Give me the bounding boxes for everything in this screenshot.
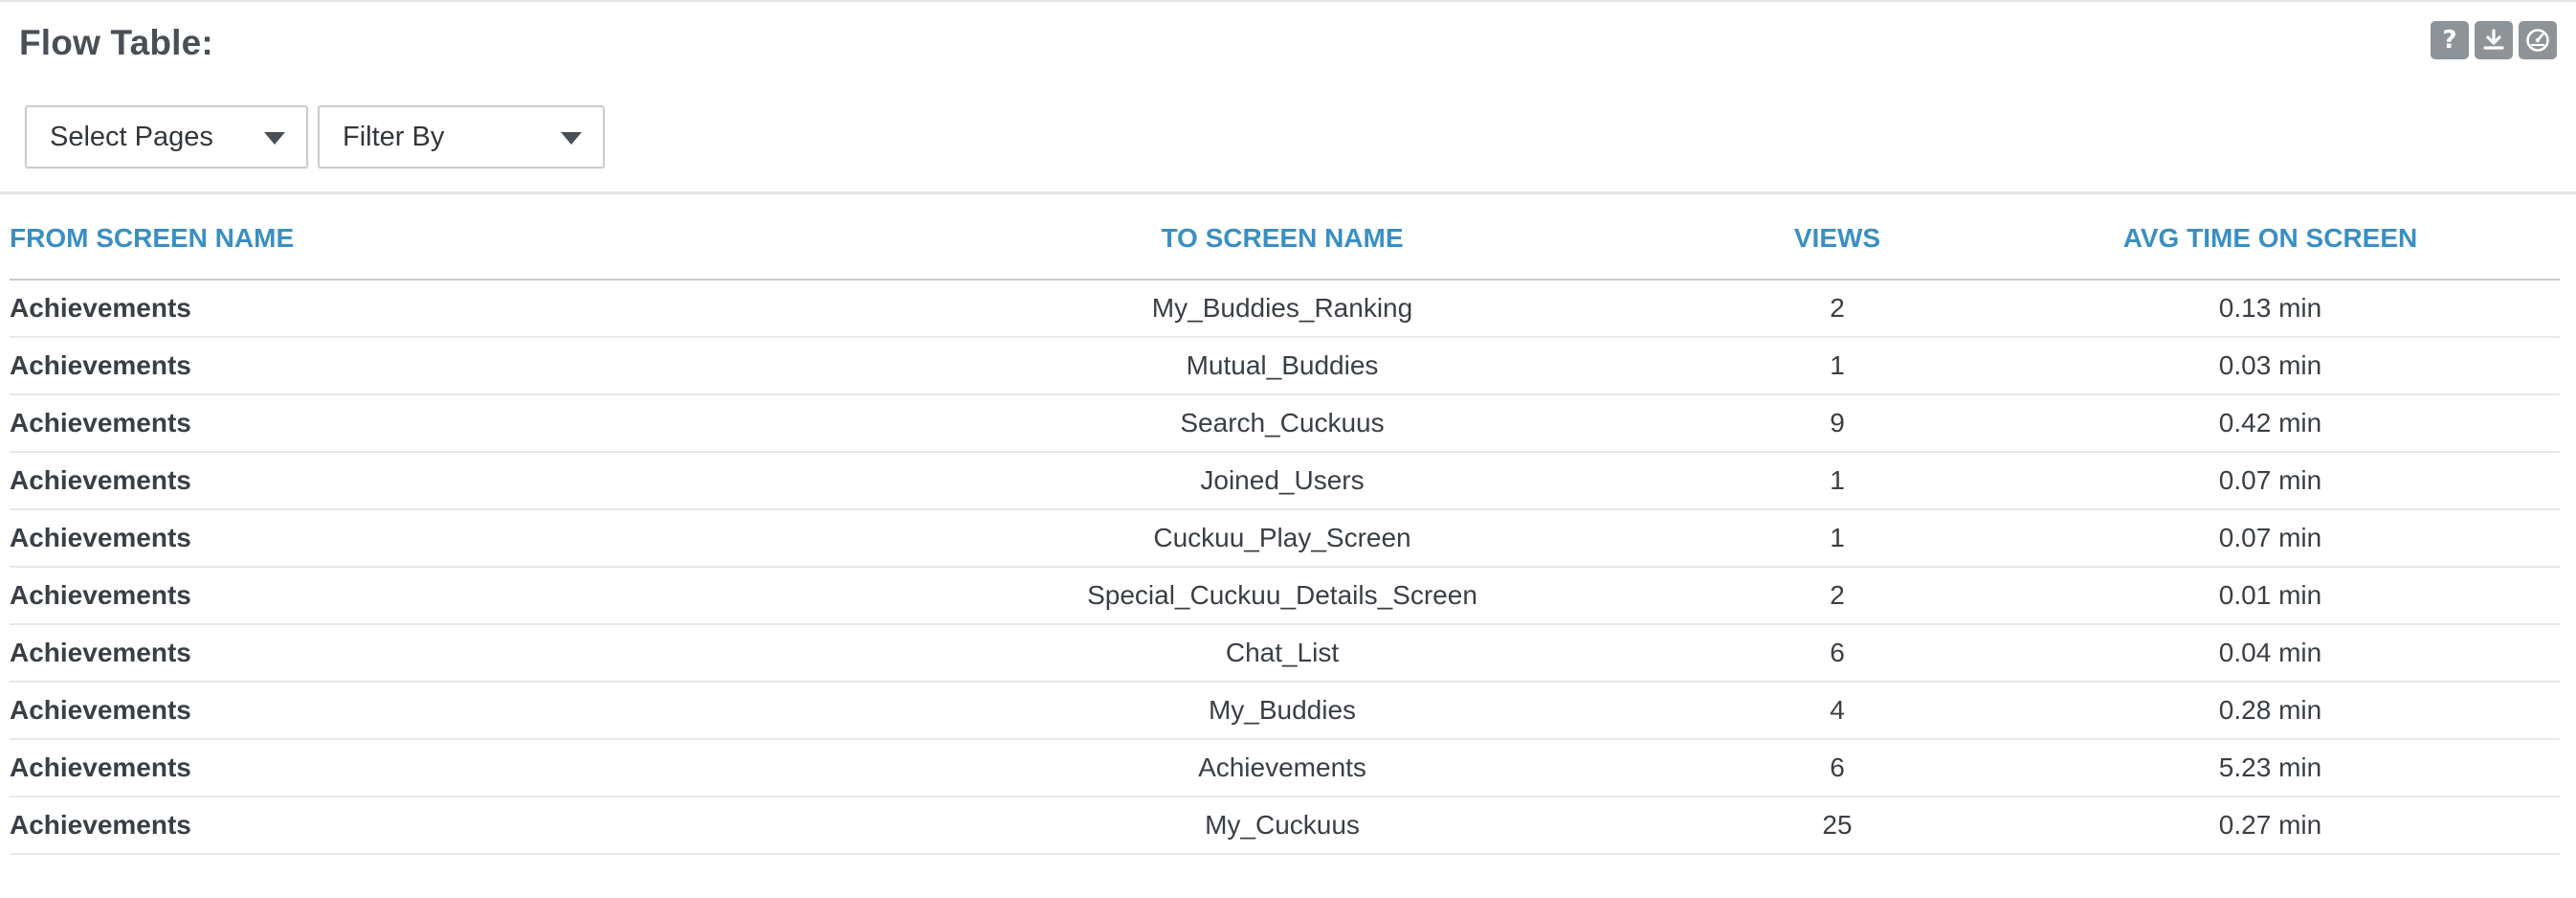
chevron-down-icon [264,132,285,145]
panel-toolbar: ? [2431,21,2557,59]
avg-time-cell: 0.28 min [1981,682,2560,740]
views-cell: 25 [1694,797,1981,855]
from-screen-cell: Achievements [10,682,871,740]
avg-time-cell: 0.42 min [1981,394,2560,453]
chevron-down-icon [561,132,582,145]
column-header-from-screen[interactable]: FROM SCREEN NAME [10,197,871,281]
table-row: Achievements Special_Cuckuu_Details_Scre… [10,567,2560,625]
table-row: Achievements My_Buddies 4 0.28 min [10,682,2560,740]
filter-by-label: Filter By [343,121,445,152]
avg-time-cell: 0.07 min [1981,452,2560,510]
divider [0,191,2576,194]
avg-time-cell: 0.13 min [1981,280,2560,338]
to-screen-cell: My_Buddies [871,682,1694,740]
avg-time-cell: 0.04 min [1981,624,2560,683]
flow-table: FROM SCREEN NAME TO SCREEN NAME VIEWS AV… [10,197,2560,855]
table-row: Achievements Cuckuu_Play_Screen 1 0.07 m… [10,509,2560,568]
filter-by-dropdown[interactable]: Filter By [318,105,605,168]
from-screen-cell: Achievements [10,509,871,568]
table-row: Achievements Search_Cuckuus 9 0.42 min [10,394,2560,453]
avg-time-cell: 0.07 min [1981,509,2560,568]
help-icon[interactable]: ? [2431,21,2469,59]
to-screen-cell: My_Buddies_Ranking [871,280,1694,338]
avg-time-cell: 0.03 min [1981,337,2560,395]
from-screen-cell: Achievements [10,624,871,683]
to-screen-cell: Achievements [871,739,1694,797]
filter-bar: Select Pages Filter By [25,105,605,168]
from-screen-cell: Achievements [10,394,871,453]
to-screen-cell: My_Cuckuus [871,797,1694,855]
to-screen-cell: Mutual_Buddies [871,337,1694,395]
table-row: Achievements Mutual_Buddies 1 0.03 min [10,337,2560,395]
views-cell: 1 [1694,452,1981,510]
views-cell: 1 [1694,509,1981,568]
avg-time-cell: 0.27 min [1981,797,2560,855]
from-screen-cell: Achievements [10,280,871,338]
from-screen-cell: Achievements [10,739,871,797]
to-screen-cell: Chat_List [871,624,1694,683]
to-screen-cell: Joined_Users [871,452,1694,510]
from-screen-cell: Achievements [10,452,871,510]
views-cell: 9 [1694,394,1981,453]
panel-title: Flow Table: [19,23,213,62]
flow-table-panel: Flow Table: ? Select Pages Filter By FRO… [0,0,2576,898]
dashboard-icon[interactable] [2519,21,2557,59]
views-cell: 6 [1694,624,1981,683]
select-pages-dropdown[interactable]: Select Pages [25,105,308,168]
avg-time-cell: 0.01 min [1981,567,2560,625]
views-cell: 6 [1694,739,1981,797]
table-row: Achievements Joined_Users 1 0.07 min [10,452,2560,510]
select-pages-label: Select Pages [50,121,213,152]
download-icon[interactable] [2475,21,2513,59]
from-screen-cell: Achievements [10,797,871,855]
from-screen-cell: Achievements [10,337,871,395]
column-header-to-screen[interactable]: TO SCREEN NAME [871,197,1694,281]
column-header-views[interactable]: VIEWS [1694,197,1981,281]
table-row: Achievements Achievements 6 5.23 min [10,739,2560,797]
column-header-avg-time[interactable]: AVG TIME ON SCREEN [1981,197,2560,281]
table-row: Achievements My_Cuckuus 25 0.27 min [10,797,2560,855]
to-screen-cell: Special_Cuckuu_Details_Screen [871,567,1694,625]
views-cell: 1 [1694,337,1981,395]
views-cell: 2 [1694,567,1981,625]
to-screen-cell: Cuckuu_Play_Screen [871,509,1694,568]
table-row: Achievements Chat_List 6 0.04 min [10,624,2560,683]
table-row: Achievements My_Buddies_Ranking 2 0.13 m… [10,280,2560,338]
views-cell: 2 [1694,280,1981,338]
from-screen-cell: Achievements [10,567,871,625]
to-screen-cell: Search_Cuckuus [871,394,1694,453]
views-cell: 4 [1694,682,1981,740]
avg-time-cell: 5.23 min [1981,739,2560,797]
table-header-row: FROM SCREEN NAME TO SCREEN NAME VIEWS AV… [10,197,2560,281]
